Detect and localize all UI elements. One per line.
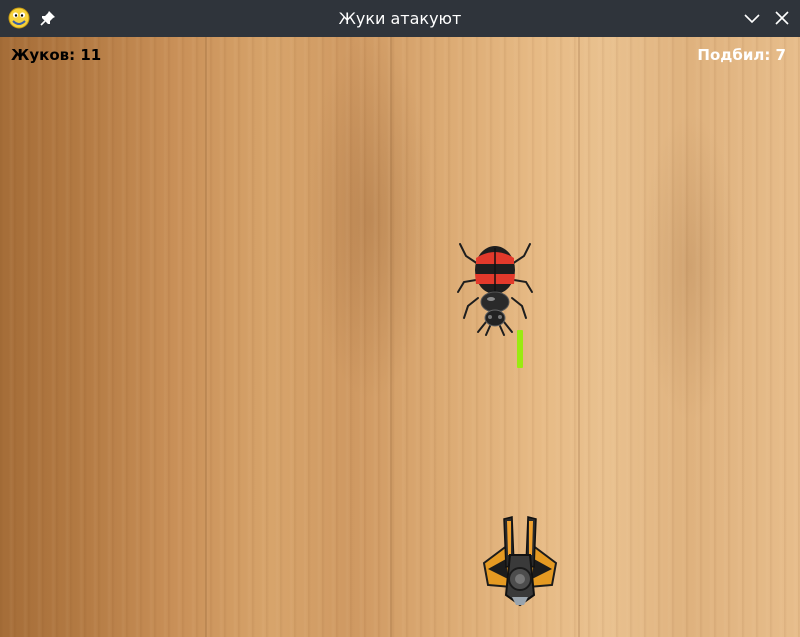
wood-grain	[0, 37, 800, 637]
chevron-down-icon[interactable]	[743, 9, 761, 27]
window-title: Жуки атакуют	[338, 9, 462, 28]
plank-seam	[578, 37, 580, 637]
title-bar: Жуки атакуют	[0, 0, 800, 37]
plank-seam	[390, 37, 392, 637]
beetle-enemy	[457, 243, 533, 336]
game-canvas[interactable]: Жуков: 11 Подбил: 7	[0, 37, 800, 637]
hits-counter: Подбил: 7	[697, 46, 786, 64]
plank-seam	[205, 37, 207, 637]
laser-shot	[517, 330, 523, 368]
player-ship[interactable]	[478, 515, 562, 607]
close-icon[interactable]	[773, 9, 791, 27]
bugs-counter: Жуков: 11	[11, 46, 102, 64]
